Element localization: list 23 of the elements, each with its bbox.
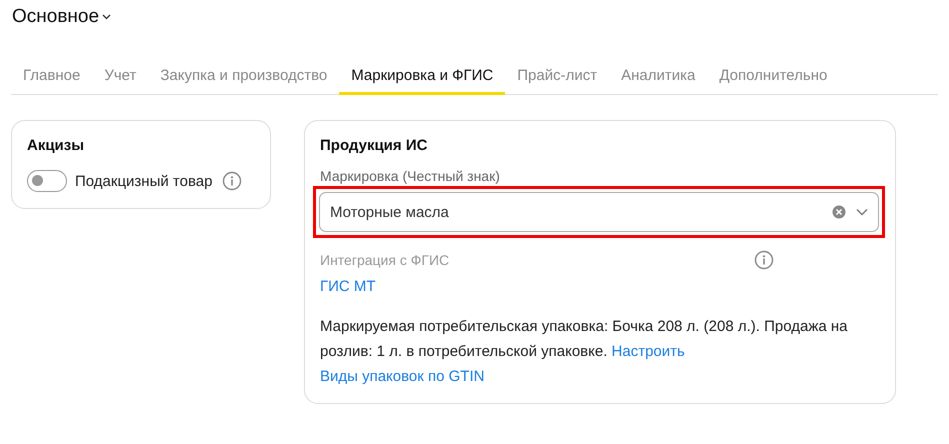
field-label: Интеграция с ФГИС [320, 252, 450, 268]
packaging-description: Маркируемая потребительская упаковка: Бочка 208 л. (208 л.). Продажа на розлив: 1 л. в потребительской упаковке. Настроить Виды упаковок по GTIN [320, 314, 880, 389]
gtin-link[interactable]: Виды упаковок по GTIN [320, 364, 484, 389]
tab[interactable]: Маркировка и ФГИС [339, 58, 506, 95]
field-label: Маркировка (Честный знак) [320, 168, 501, 184]
toggle-switch[interactable] [27, 170, 67, 192]
info-icon[interactable] [754, 250, 774, 270]
tab[interactable]: Учет [92, 58, 148, 95]
info-icon[interactable] [222, 171, 242, 191]
card-title: Продукция ИС [320, 137, 428, 154]
configure-link[interactable]: Настроить [612, 343, 685, 360]
clear-icon[interactable] [832, 205, 846, 219]
toggle-label: Подакцизный товар [75, 172, 212, 190]
tab[interactable]: Аналитика [609, 58, 708, 95]
integration-link[interactable]: ГИС МТ [320, 278, 376, 295]
tab[interactable]: Главное [23, 58, 92, 95]
tab[interactable]: Дополнительно [707, 58, 840, 95]
card-title: Акцизы [27, 137, 86, 154]
chevron-down-icon[interactable] [102, 14, 112, 20]
page-title[interactable]: Основное [12, 6, 100, 28]
tab[interactable]: Прайс-лист [505, 58, 610, 95]
tab[interactable]: Закупка и производство [148, 58, 340, 95]
marking-select[interactable]: Моторные масла [319, 192, 879, 232]
